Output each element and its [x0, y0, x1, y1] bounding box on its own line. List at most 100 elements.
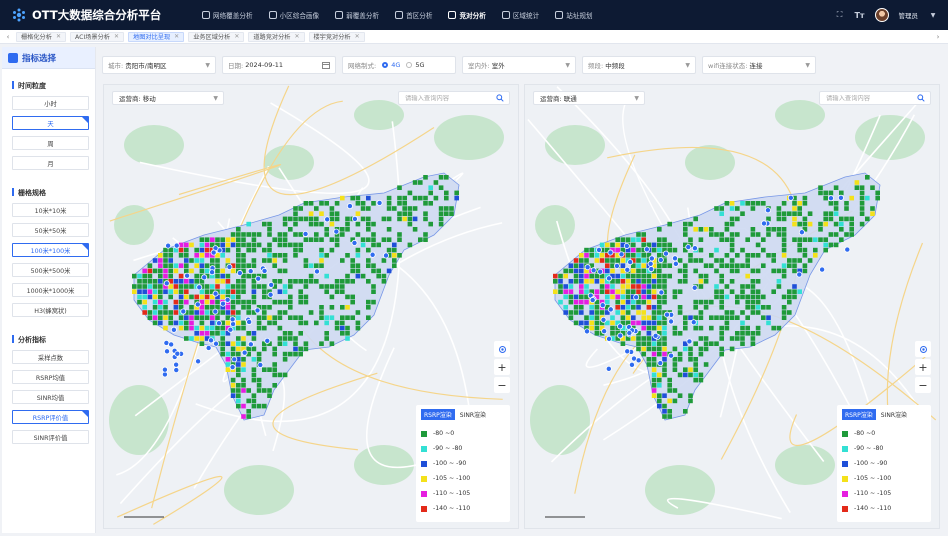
nav-first-area[interactable]: 首区分析: [387, 0, 440, 30]
legend-tab-rsrp[interactable]: RSRP渲染: [421, 409, 455, 420]
close-icon[interactable]: ✕: [174, 33, 179, 40]
grid-icon: [501, 11, 510, 19]
close-icon[interactable]: ✕: [355, 33, 360, 40]
search-icon[interactable]: [917, 94, 925, 102]
fullscreen-icon[interactable]: ⛶: [835, 10, 845, 20]
chevron-down-icon: ▼: [205, 61, 210, 69]
grid-option-100m[interactable]: 100米*100米: [12, 243, 89, 257]
city-select[interactable]: 城市: 贵阳市/南明区 ▼: [102, 56, 216, 74]
close-icon[interactable]: ✕: [234, 33, 239, 40]
app-logo[interactable]: OTT大数据综合分析平台: [0, 7, 190, 23]
metric-title: 分析指标: [2, 323, 95, 350]
metric-option-rsrp-avg[interactable]: RSRP均值: [12, 370, 89, 384]
nav-network-coverage[interactable]: 网络覆盖分析: [194, 0, 261, 30]
chevron-down-icon[interactable]: ▼: [928, 10, 938, 20]
nav-competitor-analysis[interactable]: 竞对分析: [440, 0, 493, 30]
zoom-in-button[interactable]: +: [494, 359, 510, 375]
rsrp-legend: RSRP渲染 SINR渲染 -80 ~0 -90 ~ -80 -100 ~ -90-…: [416, 405, 510, 522]
nav-weak-coverage[interactable]: 弱覆盖分析: [327, 0, 387, 30]
nav-region-stats[interactable]: 区域统计: [494, 0, 547, 30]
search-input[interactable]: [405, 94, 495, 102]
chevron-down-icon: ▼: [213, 94, 218, 102]
top-navigation-bar: OTT大数据综合分析平台 网络覆盖分析 小区综合画像 弱覆盖分析 首区分析 竞对…: [0, 0, 948, 30]
chevron-down-icon: ▼: [565, 61, 570, 69]
metric-option-sinr-avg[interactable]: SINR均值: [12, 390, 89, 404]
radio-5g[interactable]: 5G: [406, 61, 425, 69]
zoom-out-button[interactable]: −: [494, 377, 510, 393]
operator-select[interactable]: 运营商: 联通 ▼: [533, 91, 645, 105]
tab-scroll-left-icon[interactable]: ‹: [0, 33, 16, 41]
zoom-controls: + −: [494, 341, 510, 395]
zoom-controls: + −: [915, 341, 931, 395]
metric-option-sinr-eval[interactable]: SINR评价值: [12, 430, 89, 444]
tab-scroll-right-icon[interactable]: ›: [930, 33, 946, 41]
map-panel-right[interactable]: 运营商: 联通▼ + − RSRP渲染 SINR渲染 -80 ~0-90 ~ -…: [524, 84, 940, 529]
radio-4g[interactable]: 4G: [382, 61, 400, 69]
nav-cell-profile[interactable]: 小区综合画像: [261, 0, 328, 30]
legend-tab-sinr[interactable]: SINR渲染: [878, 409, 910, 420]
legend-item: -80 ~0: [842, 426, 926, 441]
grid-option-1000m[interactable]: 1000米*1000米: [12, 283, 89, 297]
logo-icon: [13, 8, 25, 22]
sidebar-header: 指标选择: [2, 47, 95, 69]
grid-option-h3[interactable]: H3(蜂窝状): [12, 303, 89, 317]
legend-tab-sinr[interactable]: SINR渲染: [457, 409, 489, 420]
zoom-in-button[interactable]: +: [915, 359, 931, 375]
metric-option-rsrp-eval[interactable]: RSRP评价值: [12, 410, 89, 424]
tab-business-area[interactable]: 业务区域分析 ✕: [188, 31, 245, 42]
map-search: [398, 91, 510, 105]
legend-item: -110 ~ -105: [421, 486, 505, 501]
search-icon[interactable]: [496, 94, 504, 102]
wifi-status-select[interactable]: wifi连接状态: 连接 ▼: [702, 56, 816, 74]
legend-swatch: [421, 505, 427, 512]
main-nav: 网络覆盖分析 小区综合画像 弱覆盖分析 首区分析 竞对分析 区域统计 站址规划: [194, 0, 601, 30]
legend-tab-rsrp[interactable]: RSRP渲染: [842, 409, 876, 420]
network-type-group: 网络制式: 4G 5G: [342, 56, 456, 74]
locate-icon[interactable]: [915, 341, 931, 357]
metric-option-samples[interactable]: 采样点数: [12, 350, 89, 364]
grid-option-50m[interactable]: 50米*50米: [12, 223, 89, 237]
grid-option-500m[interactable]: 500米*500米: [12, 263, 89, 277]
map-search: [819, 91, 931, 105]
date-picker[interactable]: 日期: 2024-09-11: [222, 56, 336, 74]
tab-aci-analysis[interactable]: ACI场景分析 ✕: [69, 31, 125, 42]
zoom-out-button[interactable]: −: [915, 377, 931, 393]
locate-icon[interactable]: [494, 341, 510, 357]
user-name[interactable]: 管理员: [899, 10, 919, 20]
map-panel-left[interactable]: 运营商: 移动▼ + − RSRP渲染 SINR渲染 -80 ~0-90 ~ -…: [103, 84, 519, 529]
legend-item: -105 ~ -100: [842, 471, 926, 486]
tab-grid-analysis[interactable]: 栅格化分析 ✕: [16, 31, 66, 42]
time-option-month[interactable]: 月: [12, 156, 89, 170]
grid-option-10m[interactable]: 10米*10米: [12, 203, 89, 217]
calendar-icon: [322, 62, 330, 69]
time-option-hour[interactable]: 小时: [12, 96, 89, 110]
list-icon: [8, 52, 18, 63]
chevron-down-icon: ▼: [805, 61, 810, 69]
search-input[interactable]: [826, 94, 916, 102]
avatar[interactable]: [874, 8, 889, 22]
antenna-icon: [555, 11, 564, 19]
legend-item: -140 ~ -110: [842, 501, 926, 516]
indicator-sidebar: 指标选择 时间粒度 小时 天 周 月 栅格规格 10米*10米 50米*50米 …: [2, 47, 96, 533]
close-icon[interactable]: ✕: [56, 33, 61, 40]
tab-road-competitor[interactable]: 道路竞对分析 ✕: [248, 31, 305, 42]
tab-map-compare[interactable]: 地图对比呈现 ✕: [128, 31, 185, 42]
close-icon[interactable]: ✕: [294, 33, 299, 40]
rsrp-legend: RSRP渲染 SINR渲染 -80 ~0 -90 ~ -80 -100 ~ -90-…: [837, 405, 931, 522]
time-option-day[interactable]: 天: [12, 116, 89, 130]
indoor-outdoor-select[interactable]: 室内外: 室外 ▼: [462, 56, 576, 74]
time-option-week[interactable]: 周: [12, 136, 89, 150]
legend-item: -105 ~ -100: [421, 471, 505, 486]
legend-item: -100 ~ -90: [421, 456, 505, 471]
nav-site-planning[interactable]: 站址规划: [547, 0, 600, 30]
tab-building-competitor[interactable]: 楼宇竞对分析 ✕: [308, 31, 365, 42]
legend-item: -90 ~ -80: [421, 441, 505, 456]
close-icon[interactable]: ✕: [114, 33, 119, 40]
signal-icon: [335, 11, 344, 19]
legend-swatch: [421, 460, 427, 467]
operator-select[interactable]: 运营商: 移动 ▼: [112, 91, 224, 105]
font-size-icon[interactable]: Tт: [854, 10, 864, 20]
band-select[interactable]: 频段: 中频段 ▼: [582, 56, 696, 74]
legend-swatch: [421, 490, 427, 497]
legend-swatch: [842, 445, 848, 452]
